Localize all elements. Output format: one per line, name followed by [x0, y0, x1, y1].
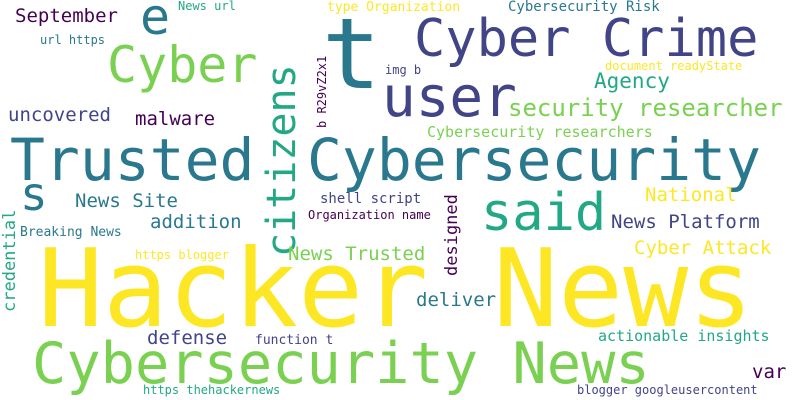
word-news-url: News url [178, 0, 236, 13]
word-organization-name: Organization name [308, 208, 431, 222]
word-t: t [322, 0, 382, 112]
word-cybersecurity-risk: Cybersecurity Risk [508, 0, 660, 15]
word-user: user [382, 65, 517, 130]
word-document-readystate: document readyState [605, 59, 743, 73]
word-function-t: function t [255, 333, 334, 348]
word-citizens: citizens [259, 64, 305, 257]
word-cyber-crime: Cyber Crime [414, 9, 759, 69]
word-said: said [481, 183, 607, 243]
word-url-https: url https [40, 33, 106, 47]
word-cloud: Hacker News Cybersecurity News Trusted C… [0, 0, 800, 400]
word-national: National [645, 184, 737, 206]
word-news-site: News Site [75, 190, 178, 212]
word-defense: defense [147, 327, 228, 349]
word-shell-script: shell script [320, 191, 422, 207]
word-addition: addition [150, 211, 242, 233]
word-type-organization: type Organization [327, 0, 461, 15]
word-uncovered: uncovered [8, 104, 111, 126]
word-blogger-googleusercontent: blogger googleusercontent [577, 383, 758, 397]
word-breaking-news: Breaking News [20, 225, 122, 240]
word-var: var [752, 361, 787, 383]
word-credential: credential [0, 209, 20, 312]
word-e: e [140, 0, 171, 46]
word-news-platform: News Platform [611, 211, 760, 233]
word-b-r29vz2x1: b R29vZ2x1 [315, 55, 329, 128]
word-s: s [20, 167, 48, 221]
word-september: September [15, 5, 118, 27]
word-malware: malware [135, 108, 216, 130]
word-actionable-insights: actionable insights [598, 327, 770, 345]
word-agency: Agency [594, 69, 670, 93]
word-img-b: img b [385, 63, 422, 77]
word-cyber-attack: Cyber Attack [634, 237, 772, 259]
word-https-thehackernews: https thehackernews [143, 383, 281, 397]
word-designed: designed [442, 194, 462, 276]
word-cyber: Cyber [107, 36, 258, 94]
word-cybersecurity-news: Cybersecurity News [32, 331, 650, 397]
word-cybersecurity-researchers: Cybersecurity researchers [427, 123, 653, 141]
word-deliver: deliver [416, 289, 497, 311]
word-https-blogger: https blogger [135, 248, 229, 262]
word-security-researcher: security researcher [508, 94, 783, 122]
word-news-trusted: News Trusted [288, 243, 426, 265]
